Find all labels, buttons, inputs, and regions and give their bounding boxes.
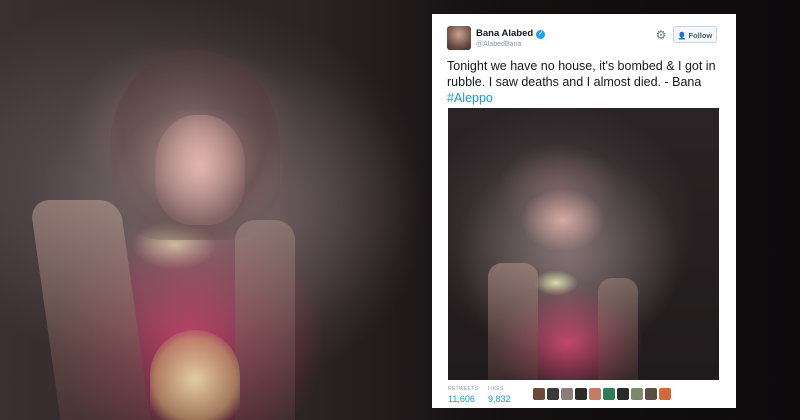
retweets-count: 11,606: [448, 394, 475, 404]
verified-badge-icon: ✓: [536, 30, 546, 39]
user-handle[interactable]: @AlabedBana: [476, 41, 521, 48]
tweet-photo-haze: [448, 108, 719, 380]
tweet-photo[interactable]: [448, 108, 719, 380]
liker-avatars: [533, 388, 671, 400]
follow-button-label: Follow: [688, 31, 713, 40]
liker-avatar[interactable]: [547, 388, 559, 400]
liker-avatar[interactable]: [617, 388, 629, 400]
liker-avatar[interactable]: [659, 388, 671, 400]
likes-count: 9,832: [488, 394, 511, 404]
tweet-card: Bana Alabed ✓ @AlabedBana ⚙ 👤 Follow Tonig…: [432, 14, 736, 408]
display-name-text: Bana Alabed: [476, 28, 534, 39]
liker-avatar[interactable]: [589, 388, 601, 400]
hashtag-link[interactable]: #Aleppo: [447, 91, 493, 105]
liker-avatar[interactable]: [603, 388, 615, 400]
liker-avatar[interactable]: [645, 388, 657, 400]
liker-avatar[interactable]: [561, 388, 573, 400]
liker-avatar[interactable]: [575, 388, 587, 400]
retweets-label: RETWEETS: [448, 386, 479, 392]
tweet-text-body: Tonight we have no house, it's bombed & …: [447, 59, 716, 89]
likes-stat[interactable]: LIKES 9,832: [488, 386, 511, 404]
liker-avatar[interactable]: [533, 388, 545, 400]
gear-icon[interactable]: ⚙: [654, 28, 668, 42]
avatar[interactable]: [447, 26, 471, 50]
retweets-stat[interactable]: RETWEETS 11,606: [448, 386, 478, 404]
display-name[interactable]: Bana Alabed ✓: [476, 28, 546, 39]
liker-avatar[interactable]: [631, 388, 643, 400]
likes-label: LIKES: [488, 386, 504, 392]
add-user-icon: 👤: [677, 33, 687, 40]
follow-button[interactable]: 👤 Follow: [673, 26, 717, 43]
tweet-text: Tonight we have no house, it's bombed & …: [447, 58, 722, 106]
